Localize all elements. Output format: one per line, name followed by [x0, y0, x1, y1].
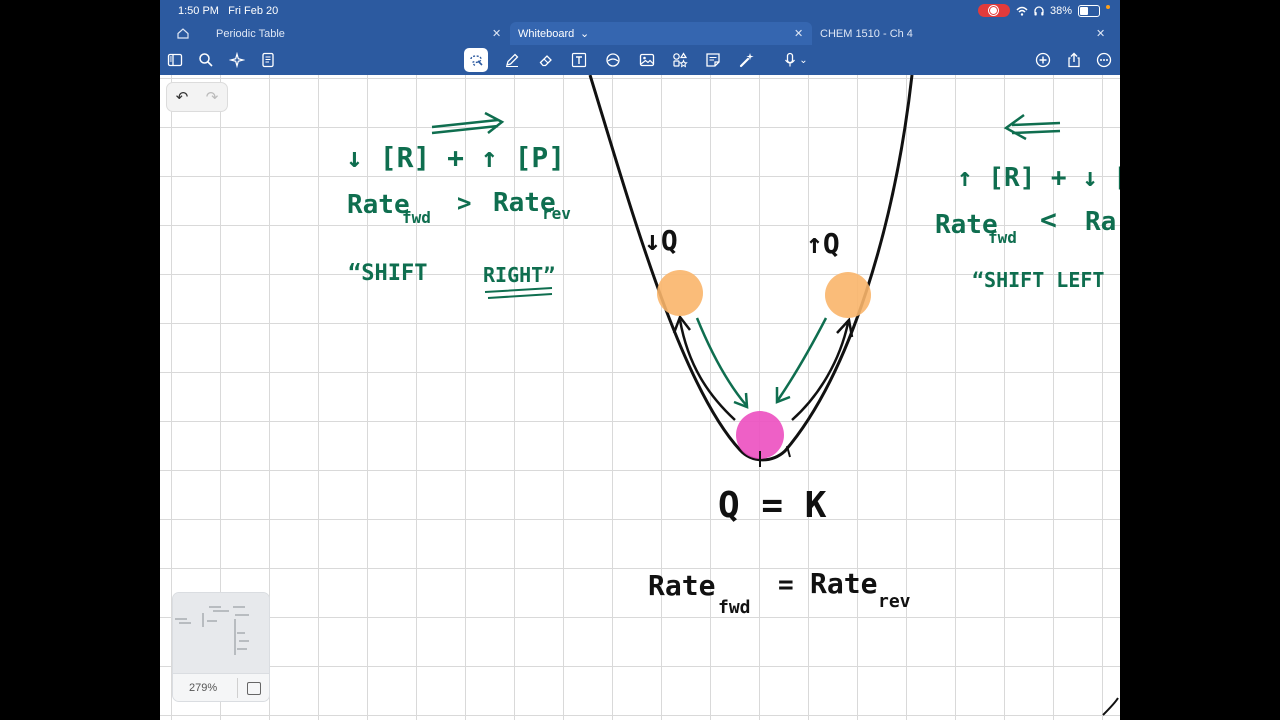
minimap-footer: 279% — [173, 673, 269, 701]
minimap-thumbnail — [175, 606, 249, 655]
shift-text-left: “SHIFT — [348, 261, 427, 286]
underline-right — [484, 287, 553, 299]
add-page-button[interactable] — [1033, 50, 1053, 70]
lasso-tool[interactable] — [464, 48, 488, 72]
right-rate-sub: fwd — [988, 228, 1017, 247]
shift-left-text: “SHIFT LEFT — [972, 268, 1104, 292]
undo-redo-control: ↶ ↷ — [166, 82, 228, 112]
right-rate-main2: Ra — [1085, 207, 1116, 237]
rate-equality-sub1: fwd — [718, 597, 751, 618]
rate-equality-main1: Rate — [648, 569, 715, 602]
battery-fill — [1080, 6, 1088, 15]
search-icon — [199, 53, 213, 67]
shapes-icon — [606, 53, 620, 67]
left-rate-main: Rate — [347, 190, 410, 220]
image-icon — [639, 53, 655, 67]
share-icon — [1068, 52, 1080, 68]
battery-icon — [1078, 4, 1100, 17]
right-rate-op: < — [1040, 203, 1057, 236]
right-concentration-note: ↑ [R] + ↓ [P — [957, 163, 1120, 193]
battery-percent: 38% — [1049, 4, 1072, 17]
orange-ball-right — [825, 272, 871, 318]
audio-record-tool[interactable]: ⌄ — [778, 50, 812, 70]
left-concentration-note: ↓ [R] + ↑ [P] — [346, 141, 565, 174]
redo-icon[interactable]: ↷ — [206, 88, 219, 106]
minimap-preview[interactable] — [173, 593, 269, 673]
ai-assist-button[interactable] — [227, 50, 247, 70]
sticky-note-tool[interactable] — [703, 50, 723, 70]
wifi-icon — [1016, 6, 1028, 16]
headphones-icon — [1034, 5, 1044, 15]
page-minimap[interactable]: 279% — [172, 592, 270, 702]
double-arrow-right — [431, 111, 505, 135]
elements-icon — [673, 52, 688, 68]
lasso-icon — [470, 55, 483, 67]
shapes-tool[interactable] — [603, 50, 623, 70]
screen-recording-indicator[interactable] — [977, 4, 1010, 17]
partial-ink-stroke — [1102, 697, 1119, 716]
sticky-note-icon — [706, 53, 720, 67]
rate-equality-main2: Rate — [810, 567, 877, 600]
pen-icon — [506, 53, 519, 67]
green-arrow-left — [695, 317, 747, 406]
sidebar-button[interactable] — [165, 50, 185, 70]
microphone-icon — [785, 52, 796, 67]
home-icon — [177, 28, 189, 39]
ink-drawing: ↓ [R] + ↑ [P] Rate fwd > Rate rev “SHIFT… — [346, 75, 1120, 716]
close-tab-icon[interactable]: ✕ — [492, 27, 501, 40]
pen-tool[interactable] — [502, 50, 522, 70]
chevron-down-icon[interactable]: ⌄ — [580, 27, 589, 40]
search-button[interactable] — [196, 50, 216, 70]
tab-bar: Periodic Table ✕ Whiteboard ⌄ ✕ CHEM 151… — [160, 22, 1120, 45]
status-time: 1:50 PM Fri Feb 20 — [178, 5, 279, 17]
status-bar: 1:50 PM Fri Feb 20 38% — [160, 0, 1120, 22]
eraser-icon — [539, 55, 552, 67]
close-tab-icon[interactable]: ✕ — [794, 27, 803, 40]
left-rate-op: > — [457, 189, 471, 217]
sparkle-icon — [229, 52, 245, 68]
zoom-level[interactable]: 279% — [189, 682, 217, 694]
tab-chem-1510[interactable]: CHEM 1510 - Ch 4 ✕ — [812, 22, 1112, 45]
eraser-tool[interactable] — [536, 50, 556, 70]
label-increasing-q: ↑Q — [806, 227, 840, 260]
tab-whiteboard[interactable]: Whiteboard ⌄ ✕ — [510, 22, 812, 45]
image-tool[interactable] — [637, 50, 657, 70]
text-tool[interactable] — [569, 50, 589, 70]
rate-equality-sub2: rev — [878, 591, 911, 612]
more-icon — [1096, 52, 1112, 68]
record-dot-icon — [989, 6, 999, 15]
orange-ball-left — [657, 270, 703, 316]
document-icon — [262, 52, 274, 68]
whiteboard-canvas[interactable]: ↓ [R] + ↑ [P] Rate fwd > Rate rev “SHIFT… — [160, 75, 1120, 720]
share-button[interactable] — [1064, 50, 1084, 70]
chevron-down-icon: ⌄ — [799, 54, 808, 66]
equilibrium-label: Q = K — [718, 485, 827, 526]
toolbar: ⌄ — [160, 45, 1120, 75]
divider — [237, 678, 238, 698]
label-decreasing-q: ↓Q — [644, 224, 678, 257]
home-tab[interactable] — [172, 22, 192, 45]
left-rate-sub: fwd — [402, 208, 431, 227]
laser-pointer-tool[interactable] — [737, 50, 757, 70]
right-curved-arrow — [791, 322, 850, 421]
tab-periodic-table[interactable]: Periodic Table ✕ — [200, 22, 510, 45]
left-rate-sub2: rev — [542, 204, 571, 223]
mic-in-use-dot — [1106, 4, 1110, 9]
close-tab-icon[interactable]: ✕ — [1096, 27, 1105, 40]
right-word: RIGHT” — [483, 263, 555, 287]
document-button[interactable] — [258, 50, 278, 70]
text-box-icon — [571, 52, 587, 68]
energy-well-curve — [588, 75, 914, 462]
status-right: 38% — [977, 4, 1110, 17]
rate-equality-eq: = — [778, 570, 794, 600]
sidebar-icon — [167, 53, 183, 67]
add-icon — [1035, 52, 1051, 68]
double-arrow-left — [1003, 113, 1061, 141]
ipad-screen: 1:50 PM Fri Feb 20 38% Periodic Table ✕ … — [160, 0, 1120, 720]
undo-icon[interactable]: ↶ — [176, 88, 189, 106]
elements-tool[interactable] — [670, 50, 690, 70]
fit-page-icon[interactable] — [247, 682, 261, 695]
laser-pointer-icon — [739, 53, 754, 68]
more-button[interactable] — [1094, 50, 1114, 70]
